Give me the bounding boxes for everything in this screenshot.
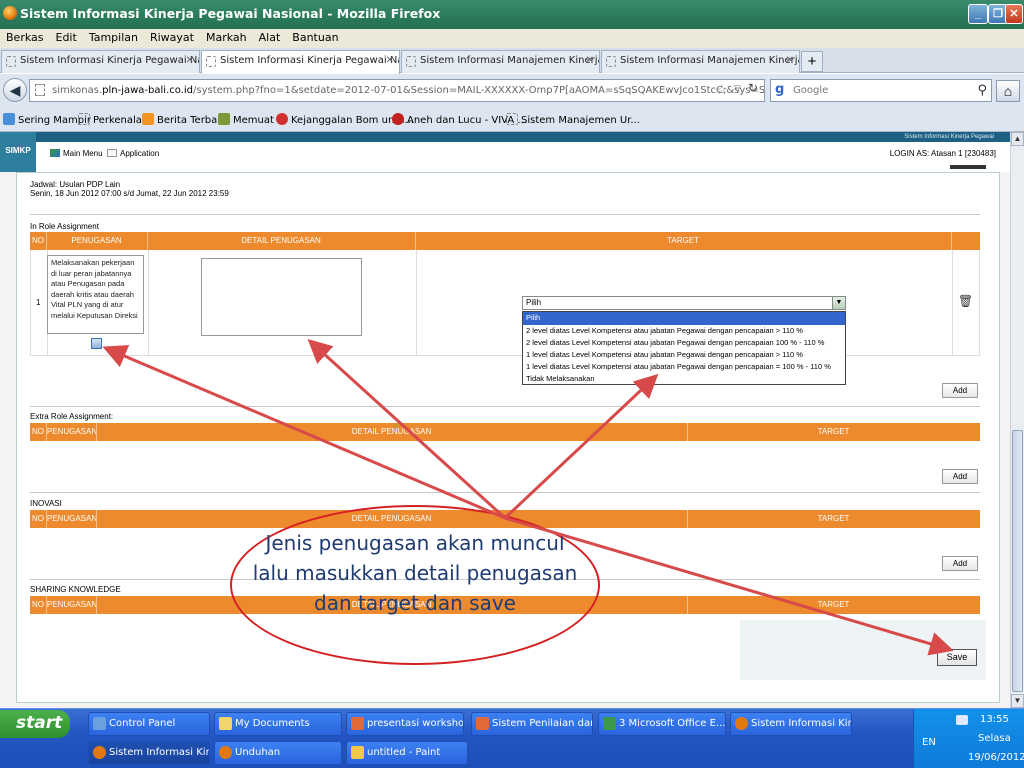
arrow-to-detail: [307, 338, 507, 520]
clock-time: 13:55: [980, 714, 1009, 725]
clock-day: Selasa: [978, 733, 1011, 744]
paint-icon: [351, 746, 364, 759]
powerpoint-icon: [476, 717, 489, 730]
taskbar-item-presentasi[interactable]: presentasi workshop ...: [346, 712, 464, 736]
taskbar-label: presentasi workshop ...: [367, 718, 464, 729]
control-panel-icon: [93, 717, 106, 730]
firefox-icon: [93, 746, 106, 759]
arrow-to-penugasan: [102, 345, 507, 520]
taskbar-item-sistem-penilaian[interactable]: Sistem Penilaian dan ...: [471, 712, 593, 736]
taskbar-item-sistem-informasi[interactable]: Sistem Informasi Kine...: [730, 712, 852, 736]
taskbar-item-control-panel[interactable]: Control Panel: [88, 712, 210, 736]
taskbar-label: Sistem Penilaian dan ...: [492, 718, 592, 729]
taskbar-label: untitled - Paint: [367, 747, 441, 758]
start-button[interactable]: start: [0, 710, 70, 738]
powerpoint-icon: [351, 717, 364, 730]
annotation-arrows: [102, 338, 954, 656]
excel-icon: [603, 717, 616, 730]
taskbar-label: Control Panel: [109, 718, 176, 729]
system-tray: EN 13:55 Selasa 19/06/2012: [913, 709, 1024, 768]
taskbar-item-my-documents[interactable]: My Documents: [214, 712, 342, 736]
arrow-to-save: [503, 516, 954, 656]
folder-icon: [219, 717, 232, 730]
taskbar-label: Sistem Informasi Kine...: [751, 718, 851, 729]
arrow-to-target: [503, 373, 659, 520]
language-indicator[interactable]: EN: [922, 737, 936, 748]
taskbar-label: 3 Microsoft Office E...: [619, 718, 726, 729]
clock-date: 19/06/2012: [968, 752, 1024, 763]
taskbar-item-paint[interactable]: untitled - Paint: [346, 741, 468, 765]
firefox-icon: [735, 717, 748, 730]
taskbar-label: Sistem Informasi Kine...: [109, 747, 209, 758]
taskbar: start Control Panel My Documents present…: [0, 708, 1024, 768]
firefox-icon: [219, 746, 232, 759]
taskbar-item-microsoft-office[interactable]: 3 Microsoft Office E...: [598, 712, 726, 736]
taskbar-item-sistem-informasi-active[interactable]: Sistem Informasi Kine...: [88, 741, 210, 765]
taskbar-item-unduhan[interactable]: Unduhan: [214, 741, 342, 765]
taskbar-label: My Documents: [235, 718, 310, 729]
network-icon[interactable]: [956, 715, 968, 725]
taskbar-label: Unduhan: [235, 747, 281, 758]
